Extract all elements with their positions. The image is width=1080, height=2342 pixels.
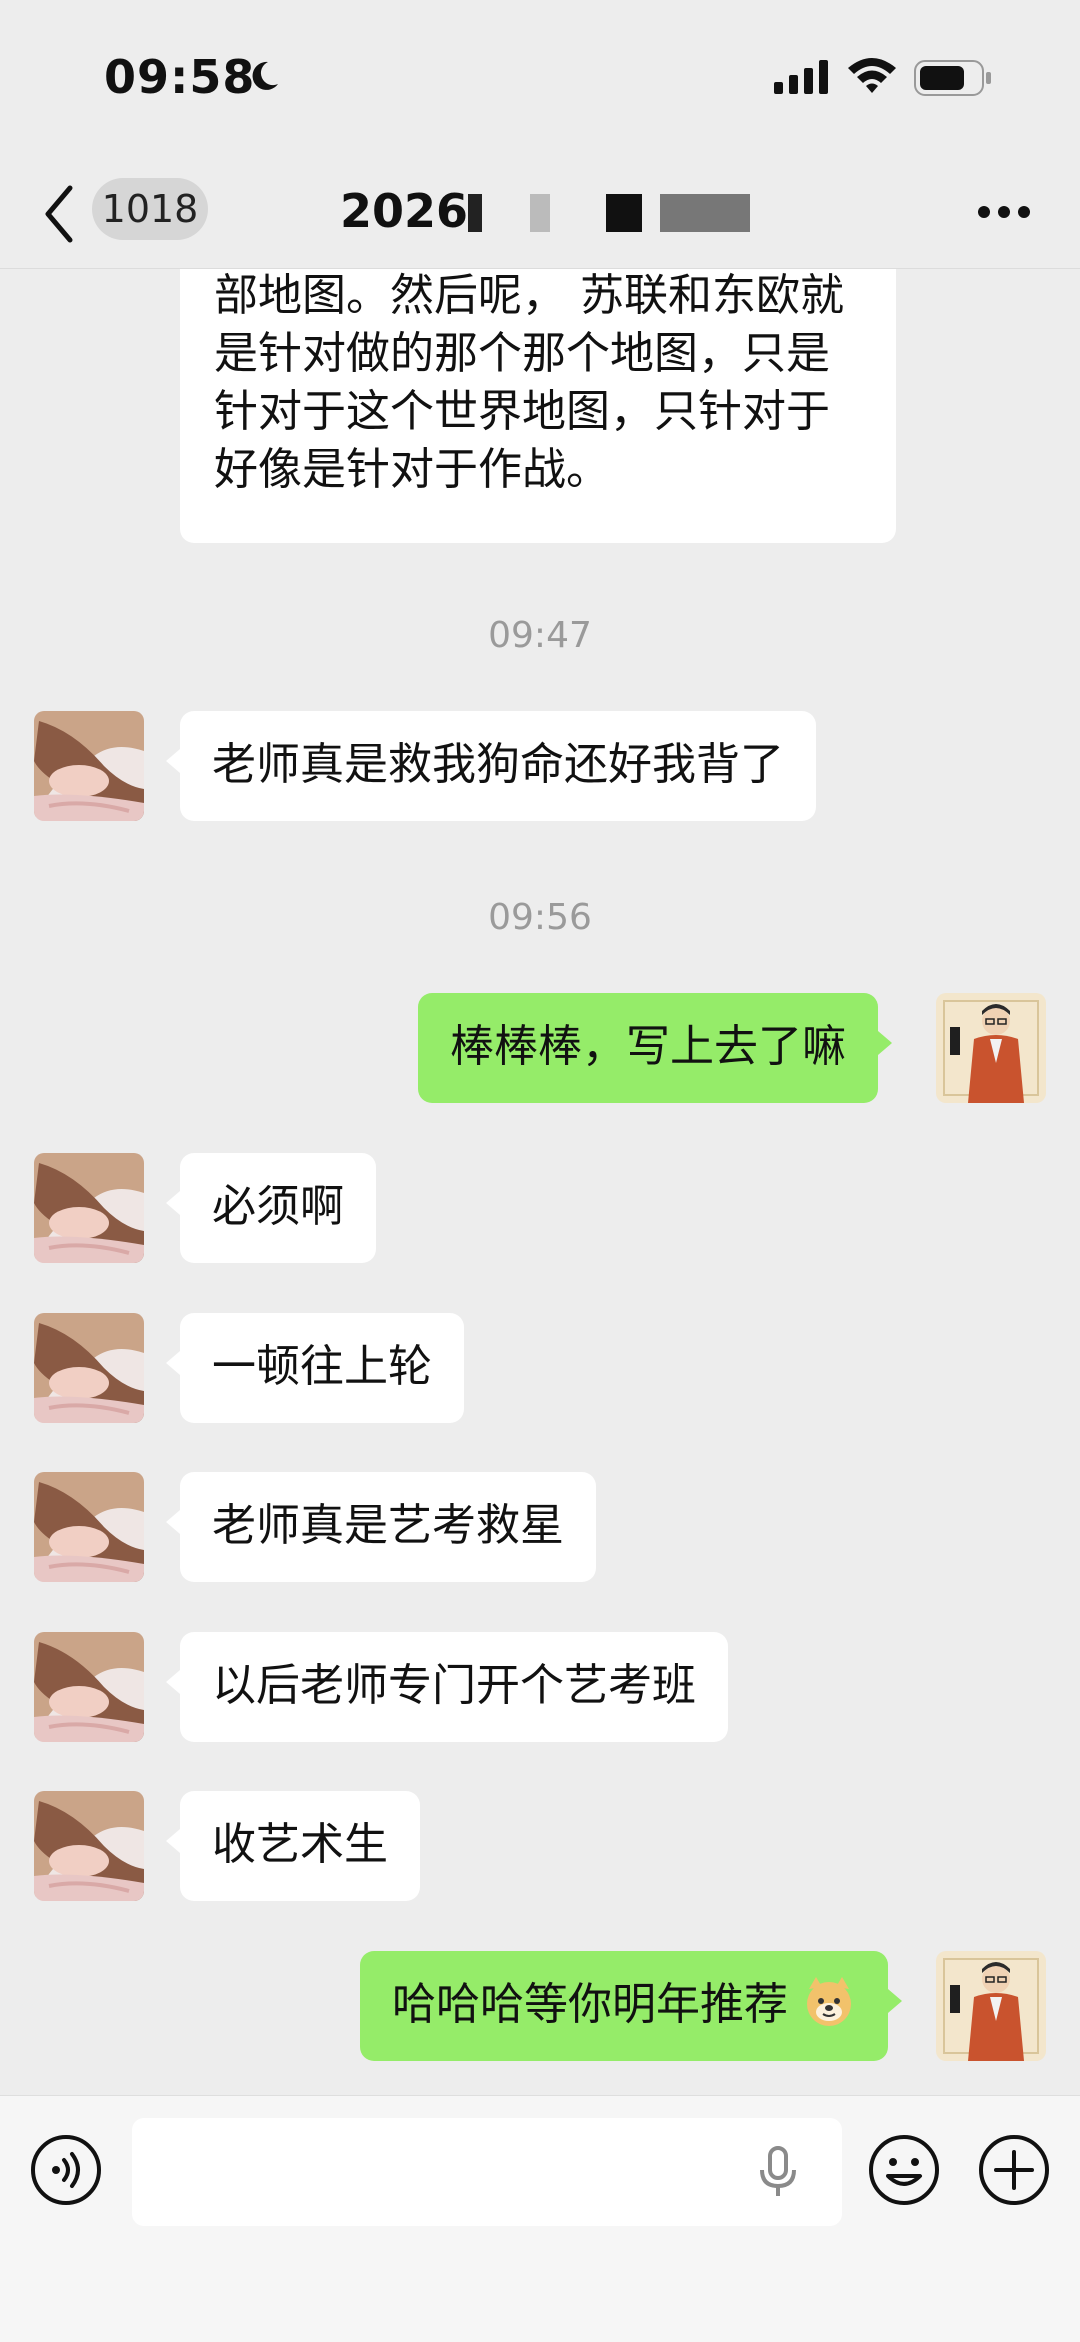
message-text: 必须啊 (212, 1181, 344, 1232)
message-input[interactable] (132, 2118, 842, 2226)
contact-avatar[interactable] (34, 1153, 144, 1263)
message-bubble-outgoing[interactable]: 哈哈哈等你明年推荐 (360, 1951, 902, 2061)
doge-emoji-icon (807, 1977, 851, 2026)
message-text: 哈哈哈等你明年推荐 (392, 1979, 788, 2030)
emoji-icon[interactable] (868, 2134, 940, 2206)
message-text: 部地图。然后呢， 苏联和东欧就是针对做的那个那个地图，只是针对于这个世界地图，只… (214, 270, 844, 495)
message-text: 棒棒棒，写上去了嘛 (450, 1021, 846, 1072)
chat-header: 1018 2026 (0, 160, 1080, 269)
message-list[interactable]: 部地图。然后呢， 苏联和东欧就是针对做的那个那个地图，只是针对于这个世界地图，只… (0, 269, 1080, 2095)
redacted-title-block (606, 194, 642, 232)
redacted-title-block (530, 194, 550, 232)
message-bubble-incoming[interactable]: 收艺术生 (166, 1791, 420, 1901)
contact-avatar[interactable] (34, 1791, 144, 1901)
contact-avatar[interactable] (34, 1313, 144, 1423)
contact-avatar[interactable] (34, 1632, 144, 1742)
status-bar: 09:58 (0, 0, 1080, 160)
message-text: 老师真是救我狗命还好我背了 (212, 739, 784, 790)
moon-icon (252, 61, 278, 90)
message-bubble-incoming[interactable]: 老师真是艺考救星 (166, 1472, 596, 1582)
status-time: 09:58 (104, 50, 256, 104)
battery-icon (914, 60, 991, 96)
redacted-title-block (660, 194, 750, 232)
message-bubble-incoming[interactable]: 必须啊 (166, 1153, 376, 1263)
chat-title: 2026 (340, 184, 469, 238)
user-avatar[interactable] (936, 993, 1046, 1103)
user-avatar[interactable] (936, 1951, 1046, 2061)
message-timestamp: 09:47 (488, 615, 592, 656)
message-bubble-incoming[interactable]: 以后老师专门开个艺考班 (166, 1632, 728, 1742)
message-bubble-incoming[interactable]: 部地图。然后呢， 苏联和东欧就是针对做的那个那个地图，只是针对于这个世界地图，只… (180, 269, 896, 543)
unread-count-badge[interactable]: 1018 (92, 178, 208, 240)
wifi-icon (848, 58, 896, 93)
message-text: 以后老师专门开个艺考班 (212, 1660, 696, 1711)
plus-icon[interactable] (978, 2134, 1050, 2206)
mic-icon[interactable] (758, 2146, 798, 2198)
contact-avatar[interactable] (34, 1472, 144, 1582)
chevron-left-icon[interactable] (40, 182, 76, 246)
input-bar (0, 2095, 1080, 2342)
message-timestamp: 09:56 (488, 897, 592, 938)
redacted-title-block (468, 194, 482, 232)
message-bubble-outgoing[interactable]: 棒棒棒，写上去了嘛 (418, 993, 892, 1103)
contact-avatar[interactable] (34, 711, 144, 821)
more-icon[interactable] (976, 204, 1032, 220)
message-text: 老师真是艺考救星 (212, 1500, 564, 1551)
signal-icon (774, 60, 828, 94)
message-text: 一顿往上轮 (212, 1341, 432, 1392)
message-bubble-incoming[interactable]: 老师真是救我狗命还好我背了 (166, 711, 816, 821)
voice-icon[interactable] (30, 2134, 102, 2206)
message-text: 收艺术生 (212, 1819, 388, 1870)
message-bubble-incoming[interactable]: 一顿往上轮 (166, 1313, 464, 1423)
